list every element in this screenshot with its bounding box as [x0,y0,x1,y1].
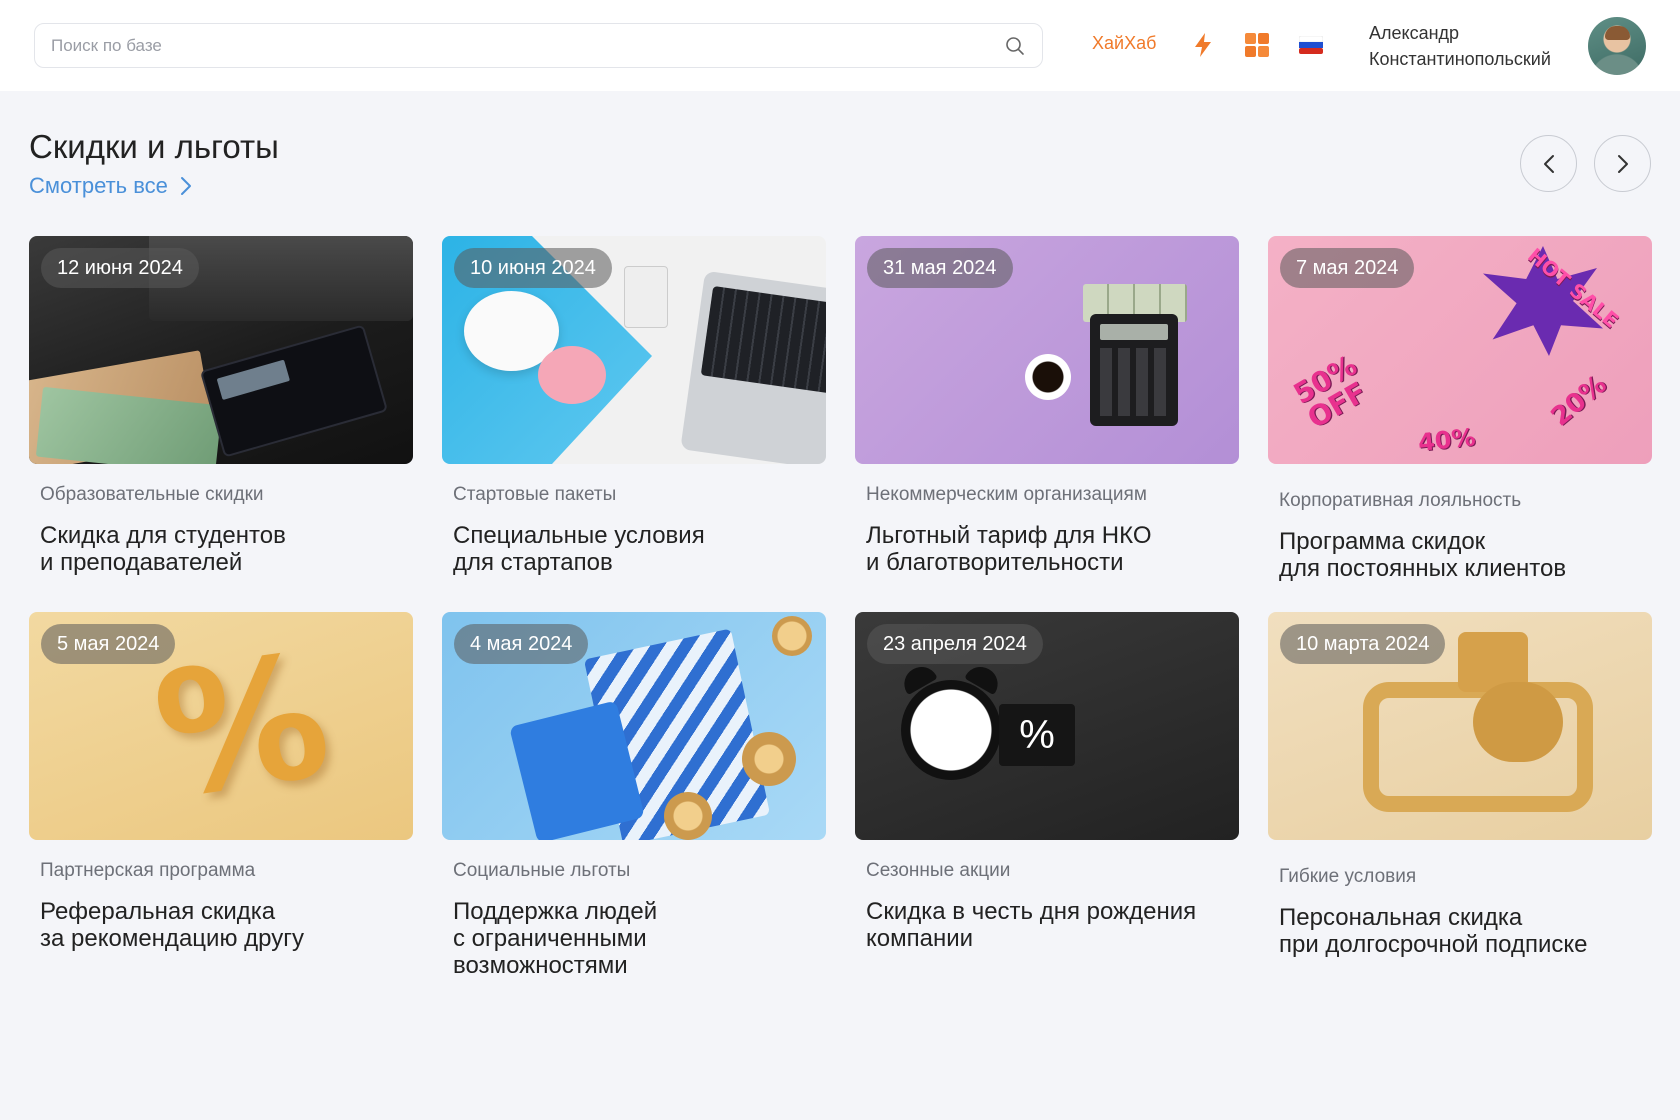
lightning-icon[interactable] [1188,30,1218,60]
card-image: % 5 мая 2024 [29,612,413,840]
chevron-right-icon [1617,154,1628,173]
card-startup-conditions[interactable]: 10 июня 2024 Стартовые пакеты Специальны… [442,236,826,612]
sale-text: 40% [1416,423,1477,457]
search-icon[interactable] [1004,35,1026,57]
user-last-name: Константинопольский [1369,49,1551,69]
card-image: % 23 апреля 2024 [855,612,1239,840]
date-badge: 31 мая 2024 [867,248,1013,288]
card-title[interactable]: Скидка для студентов и преподавателей [29,522,413,576]
card-title[interactable]: Поддержка людей с ограниченными возможно… [442,898,826,979]
next-button[interactable] [1594,135,1651,192]
card-image: 10 июня 2024 [442,236,826,464]
card-category: Партнерская программа [40,860,256,881]
top-bar: ХайХаб Александр Константинопольский [0,0,1680,91]
search-input[interactable] [51,35,1004,56]
prev-button[interactable] [1520,135,1577,192]
card-nko-tariff[interactable]: 31 мая 2024 Некоммерческим организациям … [855,236,1239,612]
date-badge: 4 мая 2024 [454,624,589,664]
apps-grid-icon[interactable] [1242,30,1272,60]
percent-graphic: % [144,617,341,837]
card-student-discount[interactable]: 12 июня 2024 Образовательные скидки Скид… [29,236,413,612]
cards-grid: 12 июня 2024 Образовательные скидки Скид… [29,236,1652,988]
chevron-right-icon [180,177,191,195]
card-title[interactable]: Специальные условия для стартапов [442,522,826,576]
date-badge: 10 июня 2024 [454,248,612,288]
card-image: 12 июня 2024 [29,236,413,464]
see-all-label: Смотреть все [29,173,168,198]
chevron-left-icon [1543,154,1554,173]
date-badge: 10 марта 2024 [1280,624,1446,664]
see-all-link[interactable]: Смотреть все [29,173,192,199]
card-title[interactable]: Персональная скидка при долгосрочной под… [1268,904,1652,958]
card-category: Некоммерческим организациям [866,484,1147,505]
user-first-name: Александр [1369,23,1460,43]
card-title[interactable]: Скидка в честь дня рождения компании [855,898,1239,952]
brand-link[interactable]: ХайХаб [1092,33,1156,54]
card-category: Сезонные акции [866,860,1011,881]
card-image: 4 мая 2024 [442,612,826,840]
card-category: Образовательные скидки [40,484,264,505]
card-category: Стартовые пакеты [453,484,617,505]
card-title[interactable]: Льготный тариф для НКО и благотворительн… [855,522,1239,576]
card-loyalty-program[interactable]: HOT SALE 50% OFF 40% 20% 7 мая 2024 Корп… [1268,236,1652,612]
sale-text: 50% OFF [1287,348,1373,435]
sale-text: 20% [1545,369,1613,433]
avatar[interactable] [1588,17,1646,75]
date-badge: 23 апреля 2024 [867,624,1043,664]
card-title[interactable]: Реферальная скидка за рекомендацию другу [29,898,413,952]
date-badge: 7 мая 2024 [1280,248,1415,288]
page-title: Скидки и льготы [29,128,279,165]
user-name[interactable]: Александр Константинопольский [1369,20,1551,72]
card-subscription-discount[interactable]: 10 марта 2024 Гибкие условия Персональна… [1268,612,1652,988]
card-title[interactable]: Программа скидок для постоянных клиентов [1268,528,1652,582]
card-referral-discount[interactable]: % 5 мая 2024 Партнерская программа Рефер… [29,612,413,988]
card-category: Социальные льготы [453,860,631,881]
percent-tag: % [999,704,1075,766]
card-category: Гибкие условия [1279,866,1417,887]
russian-flag-icon[interactable] [1296,30,1326,60]
search-box[interactable] [34,23,1043,68]
card-image: 10 марта 2024 [1268,612,1652,840]
date-badge: 12 июня 2024 [41,248,199,288]
card-birthday-discount[interactable]: % 23 апреля 2024 Сезонные акции Скидка в… [855,612,1239,988]
card-image: 31 мая 2024 [855,236,1239,464]
date-badge: 5 мая 2024 [41,624,176,664]
card-image: HOT SALE 50% OFF 40% 20% 7 мая 2024 [1268,236,1652,464]
card-category: Корпоративная лояльность [1279,490,1522,511]
card-social-support[interactable]: 4 мая 2024 Социальные льготы Поддержка л… [442,612,826,988]
